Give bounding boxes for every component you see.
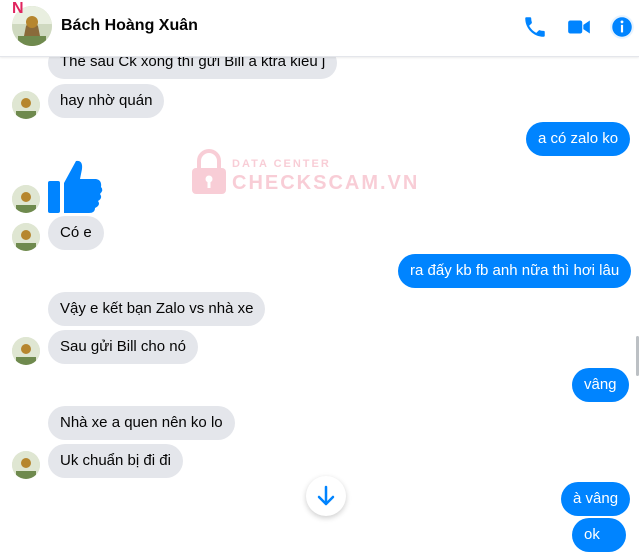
- message-outgoing[interactable]: vâng: [572, 368, 629, 402]
- message-incoming[interactable]: Có e: [48, 216, 104, 250]
- chat-header: N Bách Hoàng Xuân: [0, 0, 639, 57]
- phone-icon[interactable]: [522, 14, 548, 40]
- brand-logo: N: [12, 0, 24, 17]
- info-icon[interactable]: [609, 14, 635, 40]
- scroll-to-bottom-button[interactable]: [306, 476, 346, 516]
- lock-icon: [192, 149, 226, 194]
- contact-mini-avatar: [12, 223, 40, 251]
- message-incoming[interactable]: Sau gửi Bill cho nó: [48, 330, 198, 364]
- message-outgoing[interactable]: à vâng: [561, 482, 631, 516]
- message-outgoing-partial[interactable]: ok: [572, 518, 626, 552]
- message-incoming[interactable]: Nhà xe a quen nên ko lo: [48, 406, 235, 440]
- contact-mini-avatar: [12, 185, 40, 213]
- contact-name[interactable]: Bách Hoàng Xuân: [61, 17, 198, 35]
- message-incoming[interactable]: Vậy e kết bạn Zalo vs nhà xe: [48, 292, 266, 326]
- message-outgoing[interactable]: ra đấy kb fb anh nữa thì hơi lâu: [398, 254, 632, 288]
- thumbs-up-icon[interactable]: [46, 157, 104, 215]
- video-call-icon[interactable]: [566, 14, 592, 40]
- watermark-logo: DATA CENTER CHECKSCAM.VN: [190, 148, 417, 200]
- message-outgoing[interactable]: a có zalo ko: [526, 122, 631, 156]
- watermark-main-text: CHECKSCAM.VN: [232, 172, 420, 194]
- contact-mini-avatar: [12, 337, 40, 365]
- contact-mini-avatar: [12, 451, 40, 479]
- watermark-top-text: DATA CENTER: [232, 158, 331, 170]
- contact-mini-avatar: [12, 91, 40, 119]
- arrow-down-icon: [317, 485, 335, 506]
- message-incoming[interactable]: Uk chuẩn bị đi đi: [48, 444, 183, 478]
- message-incoming[interactable]: hay nhờ quán: [48, 84, 165, 118]
